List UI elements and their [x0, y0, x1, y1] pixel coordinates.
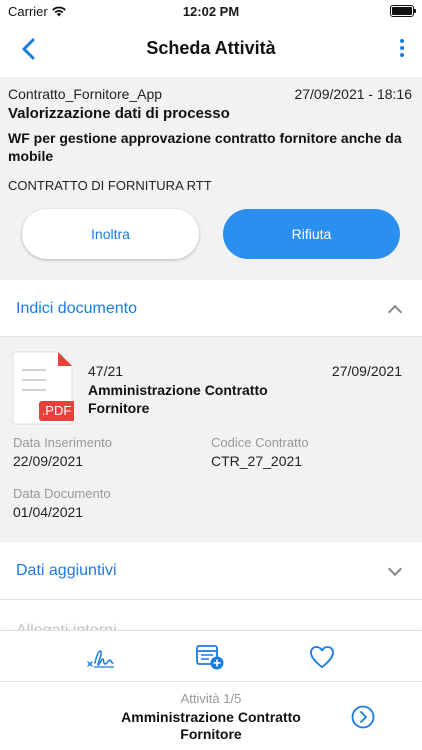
activity-navigator: Attività 1/5 Amministrazione Contratto F… [0, 681, 422, 750]
section-dati-aggiuntivi[interactable]: Dati aggiuntivi [0, 543, 422, 600]
add-calendar-icon [196, 645, 224, 670]
field-label: Data Inserimento [13, 435, 112, 450]
contract-type: CONTRATTO DI FORNITURA RTT [8, 178, 212, 193]
field-label: Data Documento [13, 486, 111, 501]
activity-header: Contratto_Fornitore_App 27/09/2021 - 18:… [0, 77, 422, 280]
more-options-button[interactable] [396, 38, 408, 60]
nav-bar: Scheda Attività [0, 24, 422, 76]
next-activity-button[interactable] [351, 705, 375, 729]
section-indici-documento[interactable]: Indici documento [0, 281, 422, 337]
document-panel: .PDF 47/21 27/09/2021 Amministrazione Co… [0, 337, 422, 542]
chevron-down-icon [387, 561, 403, 577]
workflow-description: WF per gestione approvazione contratto f… [8, 130, 402, 164]
section-title: Dati aggiuntivi [16, 562, 117, 579]
page-title: Scheda Attività [146, 38, 276, 58]
vertical-dots-icon [400, 39, 404, 43]
status-bar: Carrier 12:02 PM [0, 0, 422, 24]
sign-button[interactable] [86, 643, 116, 671]
process-title: Valorizzazione dati di processo [8, 105, 230, 122]
favorite-button[interactable] [308, 643, 338, 671]
chevron-right-circle-icon [351, 705, 375, 729]
document-date: 27/09/2021 [331, 363, 402, 379]
field-value: 22/09/2021 [13, 453, 84, 469]
field-value: 01/04/2021 [13, 504, 84, 520]
forward-button[interactable]: Inoltra [22, 209, 199, 259]
clock: 12:02 PM [182, 4, 240, 19]
action-toolbar [0, 630, 422, 681]
battery-icon [390, 5, 416, 17]
reject-button[interactable]: Rifiuta [223, 209, 400, 259]
heart-icon [310, 646, 334, 668]
field-value: CTR_27_2021 [211, 453, 303, 469]
activity-title: Amministrazione Contratto Fornitore [121, 709, 301, 742]
pdf-file-icon[interactable]: .PDF [12, 351, 79, 425]
chevron-up-icon [387, 304, 403, 320]
activity-datetime: 27/09/2021 - 18:16 [294, 86, 412, 102]
pdf-label: .PDF [41, 403, 72, 418]
add-to-calendar-button[interactable] [195, 643, 225, 671]
signature-icon [87, 650, 114, 668]
field-label: Codice Contratto [211, 435, 309, 450]
section-title: Indici documento [16, 300, 137, 317]
activity-counter: Attività 1/5 [180, 691, 242, 706]
document-title: Amministrazione Contratto Fornitore [88, 382, 268, 416]
app-name: Contratto_Fornitore_App [8, 86, 163, 102]
document-number: 47/21 [88, 363, 124, 379]
